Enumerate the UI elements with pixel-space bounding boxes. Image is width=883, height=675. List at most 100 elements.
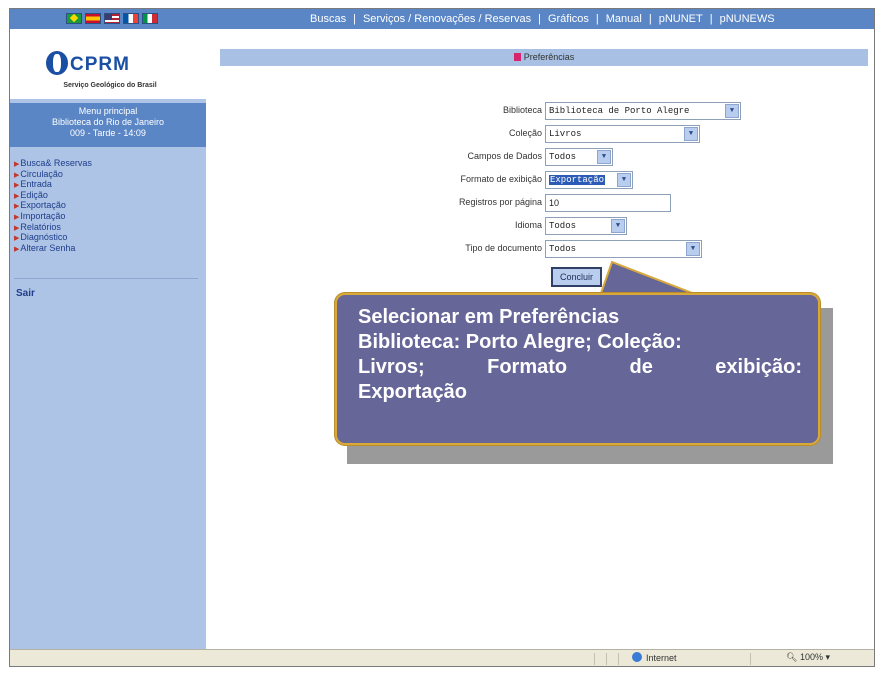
logo-area: CPRM Serviço Geológico do Brasil	[10, 29, 206, 99]
select-value: Livros	[549, 129, 582, 139]
nav-link-buscas[interactable]: Buscas	[310, 13, 346, 25]
menu-header-session: 009 - Tarde - 14:09	[70, 128, 146, 138]
nav-separator: |	[648, 13, 652, 25]
main-menu: ▶Busca& Reservas ▶Circulação ▶Entrada ▶E…	[14, 158, 92, 255]
arrow-right-icon: ▶	[14, 171, 20, 179]
chevron-down-icon: ▼	[686, 242, 700, 256]
sidebar: CPRM Serviço Geológico do Brasil Menu pr…	[10, 29, 206, 649]
select-value: Todos	[549, 152, 577, 162]
nav-link-manual[interactable]: Manual	[606, 13, 642, 25]
menu-item-label: Diagnóstico	[20, 232, 68, 243]
select-value: Todos	[549, 221, 577, 231]
nav-link-pnunet[interactable]: pNUNET	[659, 13, 703, 25]
nav-link-graficos[interactable]: Gráficos	[548, 13, 589, 25]
select-value: Exportação	[549, 175, 606, 185]
menu-item-label: Exportação	[20, 200, 66, 211]
label-campos-dados: Campos de Dados	[467, 151, 542, 161]
arrow-right-icon: ▶	[14, 224, 20, 232]
select-campos-dados[interactable]: Todos ▼	[545, 148, 613, 166]
top-nav-links: Buscas | Serviços / Renovações / Reservas |…	[310, 13, 775, 25]
concluir-button[interactable]: Concluir	[551, 267, 602, 287]
flag-us-icon[interactable]	[104, 13, 120, 24]
status-divider	[594, 653, 595, 665]
nav-separator: |	[595, 13, 599, 25]
callout-word: Livros;	[358, 356, 425, 378]
select-colecao[interactable]: Livros ▼	[545, 125, 700, 143]
label-formato: Formato de exibição	[460, 174, 542, 184]
nav-separator: |	[709, 13, 713, 25]
nav-separator: |	[538, 13, 541, 25]
label-tipo-documento: Tipo de documento	[465, 243, 542, 253]
square-icon	[513, 53, 521, 61]
menu-item-label: Entrada	[20, 179, 52, 190]
menu-item-label: Circulação	[20, 168, 63, 179]
arrow-right-icon: ▶	[14, 235, 20, 243]
chevron-down-icon: ▼	[725, 104, 739, 118]
callout-line: Biblioteca: Porto Alegre; Coleção:	[358, 331, 682, 353]
callout-text: Selecionar em Preferências Biblioteca: P…	[358, 305, 802, 405]
label-registros: Registros por página	[458, 197, 542, 207]
logo-subtitle: Serviço Geológico do Brasil	[63, 82, 157, 89]
arrow-right-icon: ▶	[14, 213, 20, 221]
row-registros: Registros por página 10	[206, 194, 874, 212]
select-value: Biblioteca de Porto Alegre	[549, 106, 690, 116]
arrow-right-icon: ▶	[14, 161, 20, 168]
zoom-level[interactable]: 🔍︎ 100% ▾	[786, 652, 830, 663]
select-idioma[interactable]: Todos ▼	[545, 217, 627, 235]
label-idioma: Idioma	[514, 220, 542, 230]
select-biblioteca[interactable]: Biblioteca de Porto Alegre ▼	[545, 102, 741, 120]
menu-item-label: Busca& Reservas	[20, 158, 92, 168]
select-tipo-documento[interactable]: Todos ▼	[545, 240, 702, 258]
callout-word: Formato	[487, 356, 568, 378]
row-colecao: Coleção Livros ▼	[206, 125, 874, 143]
chevron-down-icon: ▼	[611, 219, 625, 233]
logout-link[interactable]: Sair	[16, 288, 35, 299]
arrow-right-icon: ▶	[14, 203, 20, 211]
flag-es-icon[interactable]	[85, 13, 101, 24]
menu-item-alterar-senha[interactable]: ▶Alterar Senha	[14, 242, 92, 255]
language-flags	[66, 13, 158, 24]
callout-line: Selecionar em Preferências	[358, 306, 620, 328]
row-idioma: Idioma Todos ▼	[206, 217, 874, 235]
arrow-right-icon: ▶	[14, 245, 20, 253]
security-zone: Internet	[632, 652, 677, 663]
label-biblioteca: Biblioteca	[502, 105, 542, 115]
row-campos-dados: Campos de Dados Todos ▼	[206, 148, 874, 166]
callout-line-justified: Livros; Formato de exibição:	[358, 355, 802, 380]
cprm-logo-icon	[46, 51, 68, 75]
row-biblioteca: Biblioteca Biblioteca de Porto Alegre ▼	[206, 102, 874, 120]
flag-it-icon[interactable]	[142, 13, 158, 24]
flag-br-icon[interactable]	[66, 13, 82, 24]
callout-word: de	[629, 356, 653, 378]
input-registros[interactable]: 10	[545, 194, 671, 212]
nav-separator: |	[353, 13, 356, 25]
menu-header-library: Biblioteca do Rio de Janeiro	[51, 117, 165, 127]
zone-label: Internet	[646, 653, 677, 663]
status-divider	[750, 653, 751, 665]
preferences-title: Preferências	[523, 52, 575, 62]
label-colecao: Coleção	[508, 128, 542, 138]
callout-line: Exportação	[358, 381, 467, 403]
status-divider	[618, 653, 619, 665]
row-formato: Formato de exibição Exportação ▼	[206, 171, 874, 189]
magnifier-icon: 🔍︎	[786, 652, 800, 662]
menu-item-label: Edição	[20, 189, 48, 200]
top-nav-bar: Buscas | Serviços / Renovações / Reservas |…	[10, 9, 874, 29]
menu-item-label: Importação	[20, 210, 66, 221]
chevron-down-icon: ▼	[684, 127, 698, 141]
menu-divider	[14, 278, 198, 279]
select-formato[interactable]: Exportação ▼	[545, 171, 633, 189]
nav-link-servicos[interactable]: Serviços / Renovações / Reservas	[363, 13, 531, 25]
menu-header-title: Menu principal	[78, 106, 138, 116]
nav-link-pnunews[interactable]: pNUNEWS	[720, 13, 775, 25]
select-value: Todos	[549, 244, 577, 254]
flag-fr-icon[interactable]	[123, 13, 139, 24]
chevron-down-icon: ▼	[597, 150, 611, 164]
row-tipo-documento: Tipo de documento Todos ▼	[206, 240, 874, 258]
callout-word: exibição:	[715, 356, 802, 378]
preferences-header: Preferências	[220, 49, 868, 66]
status-bar: Internet 🔍︎ 100% ▾	[10, 649, 874, 666]
chevron-down-icon: ▾	[822, 652, 830, 662]
status-divider	[606, 653, 607, 665]
menu-item-label: Alterar Senha	[20, 242, 76, 253]
